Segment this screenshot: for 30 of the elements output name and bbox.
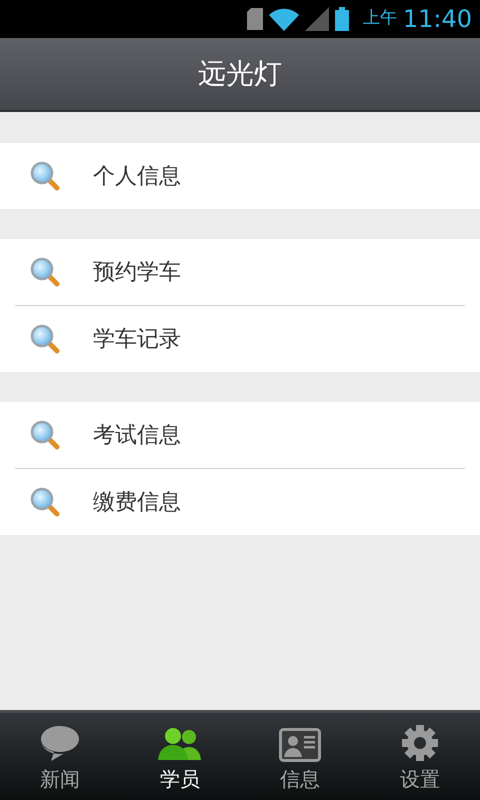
tab[interactable]: 新闻 xyxy=(0,713,120,800)
menu-item[interactable]: 考试信息 xyxy=(0,402,480,468)
menu-item[interactable]: 预约学车 xyxy=(0,239,480,305)
id-card-icon xyxy=(279,728,321,762)
menu-item[interactable]: 学车记录 xyxy=(0,306,480,372)
battery-icon xyxy=(334,7,349,31)
search-icon xyxy=(29,160,61,192)
sim-icon xyxy=(246,8,263,30)
speech-bubble-icon xyxy=(39,724,81,762)
menu-item-label: 预约学车 xyxy=(93,258,181,286)
menu-item[interactable]: 个人信息 xyxy=(0,143,480,209)
tab[interactable]: 学员 xyxy=(120,713,240,800)
menu-item[interactable]: 缴费信息 xyxy=(0,469,480,535)
tab[interactable]: 信息 xyxy=(240,713,360,800)
settings-icon xyxy=(401,724,439,762)
search-icon xyxy=(29,256,61,288)
search-icon xyxy=(29,486,61,518)
search-icon xyxy=(29,323,61,355)
wifi-icon xyxy=(268,7,299,31)
people-icon xyxy=(157,726,203,762)
menu-item-label: 个人信息 xyxy=(93,162,181,190)
menu-item-label: 缴费信息 xyxy=(93,488,181,516)
menu-item-label: 学车记录 xyxy=(93,326,181,354)
tab[interactable]: 设置 xyxy=(360,713,480,800)
search-icon xyxy=(29,419,61,451)
time-period: 上午 xyxy=(362,7,397,30)
clock-time: 11:40 xyxy=(402,4,472,35)
signal-icon xyxy=(304,7,329,31)
menu-item-label: 考试信息 xyxy=(93,422,181,450)
app-title: 远光灯 xyxy=(198,56,282,92)
